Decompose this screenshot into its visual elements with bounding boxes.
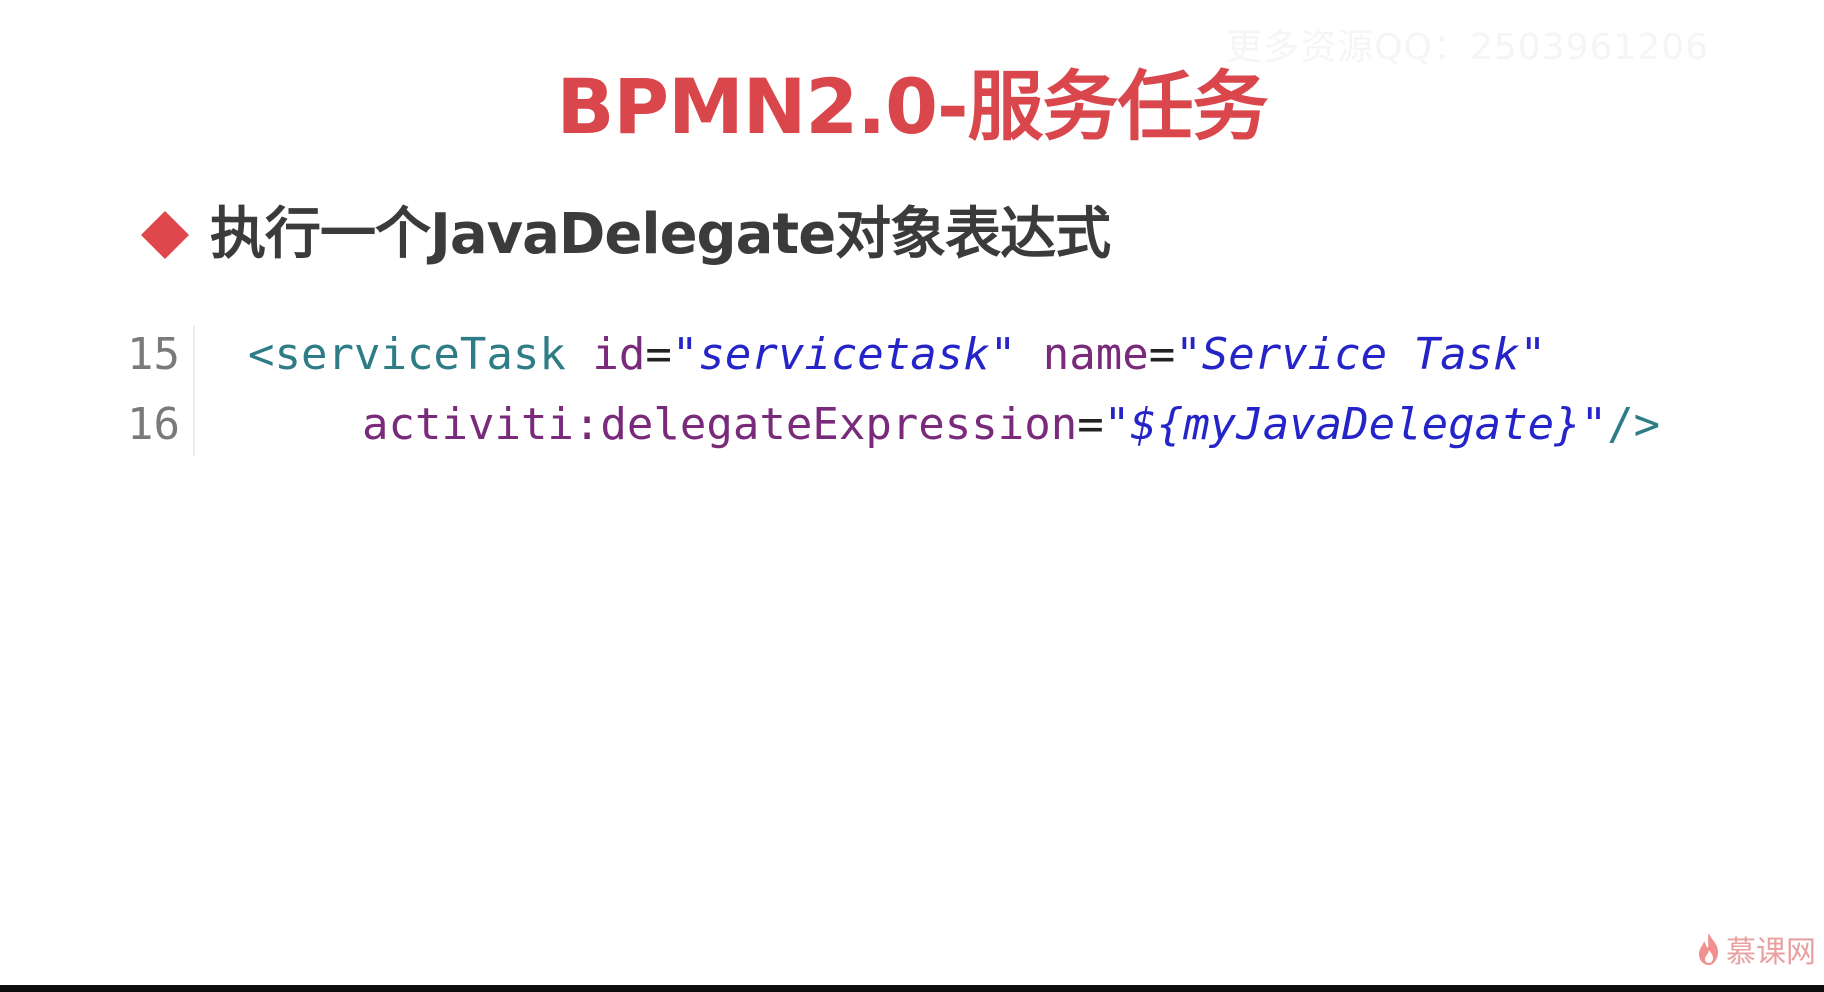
code-tag-close: /> <box>1607 399 1661 450</box>
brand-logo: 慕课网 <box>1696 927 1816 971</box>
diamond-bullet-icon <box>140 210 190 260</box>
code-block: 15 <serviceTask id = "servicetask" name = "S… <box>110 320 1660 460</box>
code-line-15: 15 <serviceTask id = "servicetask" name = "S… <box>110 320 1660 390</box>
code-equals: = <box>1077 399 1104 450</box>
code-line-16: 16 activiti:delegateExpression = "${myJava… <box>110 390 1660 460</box>
slide: 更多资源QQ：2503961206 BPMN2.0-服务任务 执行一个JavaD… <box>0 0 1824 985</box>
bullet-item: 执行一个JavaDelegate对象表达式 <box>140 198 1111 272</box>
code-equals: = <box>645 329 672 380</box>
code-string-name: "Service Task" <box>1175 329 1547 380</box>
code-tag-open: <serviceTask <box>248 329 566 380</box>
code-attr-name: name <box>1042 329 1149 380</box>
bottom-bar <box>0 985 1824 992</box>
flame-icon <box>1699 933 1718 965</box>
slide-title: BPMN2.0-服务任务 <box>556 62 1268 151</box>
brand-name: 慕课网 <box>1726 935 1816 970</box>
line-number: 16 <box>127 399 180 450</box>
line-number: 15 <box>127 329 180 380</box>
code-string-expression: "${myJavaDelegate}" <box>1103 399 1608 450</box>
code-equals: = <box>1148 329 1176 380</box>
code-string-id: "servicetask" <box>671 329 1017 380</box>
code-attr-delegate-expression: activiti:delegateExpression <box>362 399 1078 450</box>
code-attr-id: id <box>592 329 646 380</box>
bullet-text: 执行一个JavaDelegate对象表达式 <box>210 202 1111 267</box>
